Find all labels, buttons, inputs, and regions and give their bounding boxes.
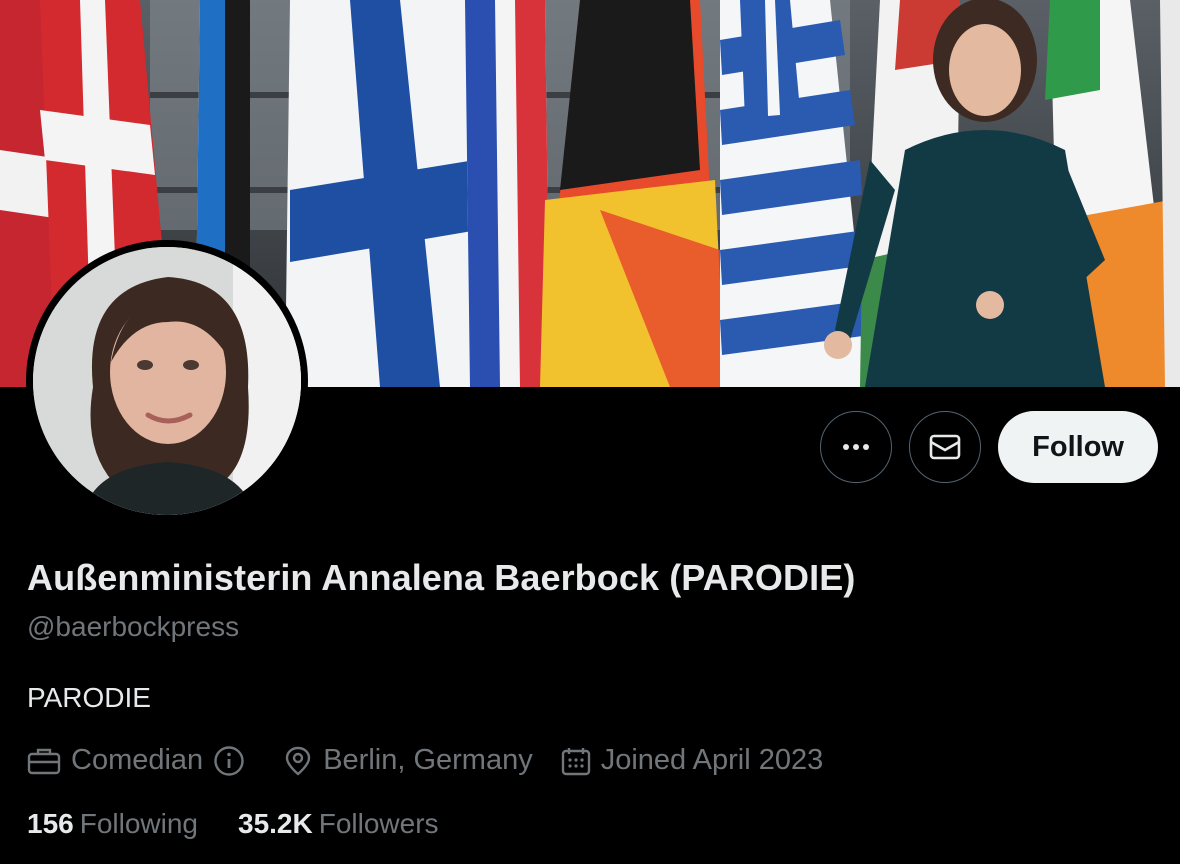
- calendar-icon: [561, 747, 590, 775]
- profile-stats: 156 Following 35.2K Followers: [27, 808, 479, 840]
- following-count: 156: [27, 808, 74, 839]
- followers-count: 35.2K: [238, 808, 313, 839]
- followers-label: Followers: [318, 808, 439, 839]
- follow-button[interactable]: Follow: [998, 411, 1158, 483]
- briefcase-icon: [27, 748, 61, 774]
- joined-item: Joined April 2023: [561, 744, 824, 777]
- profile-actions: Follow: [820, 411, 1158, 483]
- envelope-icon: [929, 434, 961, 460]
- profile-avatar[interactable]: [26, 240, 308, 522]
- category-label: Comedian: [71, 744, 204, 776]
- category-info-button[interactable]: [213, 745, 255, 777]
- display-name: Außenministerin Annalena Baerbock (PAROD…: [27, 557, 856, 598]
- profile-bio: PARODIE: [27, 682, 151, 713]
- avatar-image: [33, 247, 301, 515]
- followers-link[interactable]: 35.2K Followers: [238, 808, 439, 840]
- profile-meta: Comedian Berlin, Germany Joined April 20…: [27, 744, 851, 777]
- message-button[interactable]: [909, 411, 982, 483]
- location-item: Berlin, Germany: [283, 744, 533, 777]
- joined-label: Joined April 2023: [600, 744, 824, 776]
- more-horizontal-icon: [843, 444, 870, 450]
- info-icon: [214, 745, 244, 776]
- more-button[interactable]: [820, 411, 893, 483]
- following-label: Following: [79, 808, 198, 839]
- location-label: Berlin, Germany: [323, 744, 533, 776]
- location-pin-icon: [285, 746, 311, 776]
- following-link[interactable]: 156 Following: [27, 808, 198, 840]
- category-item: Comedian: [27, 744, 255, 777]
- user-handle: @baerbockpress: [27, 611, 240, 642]
